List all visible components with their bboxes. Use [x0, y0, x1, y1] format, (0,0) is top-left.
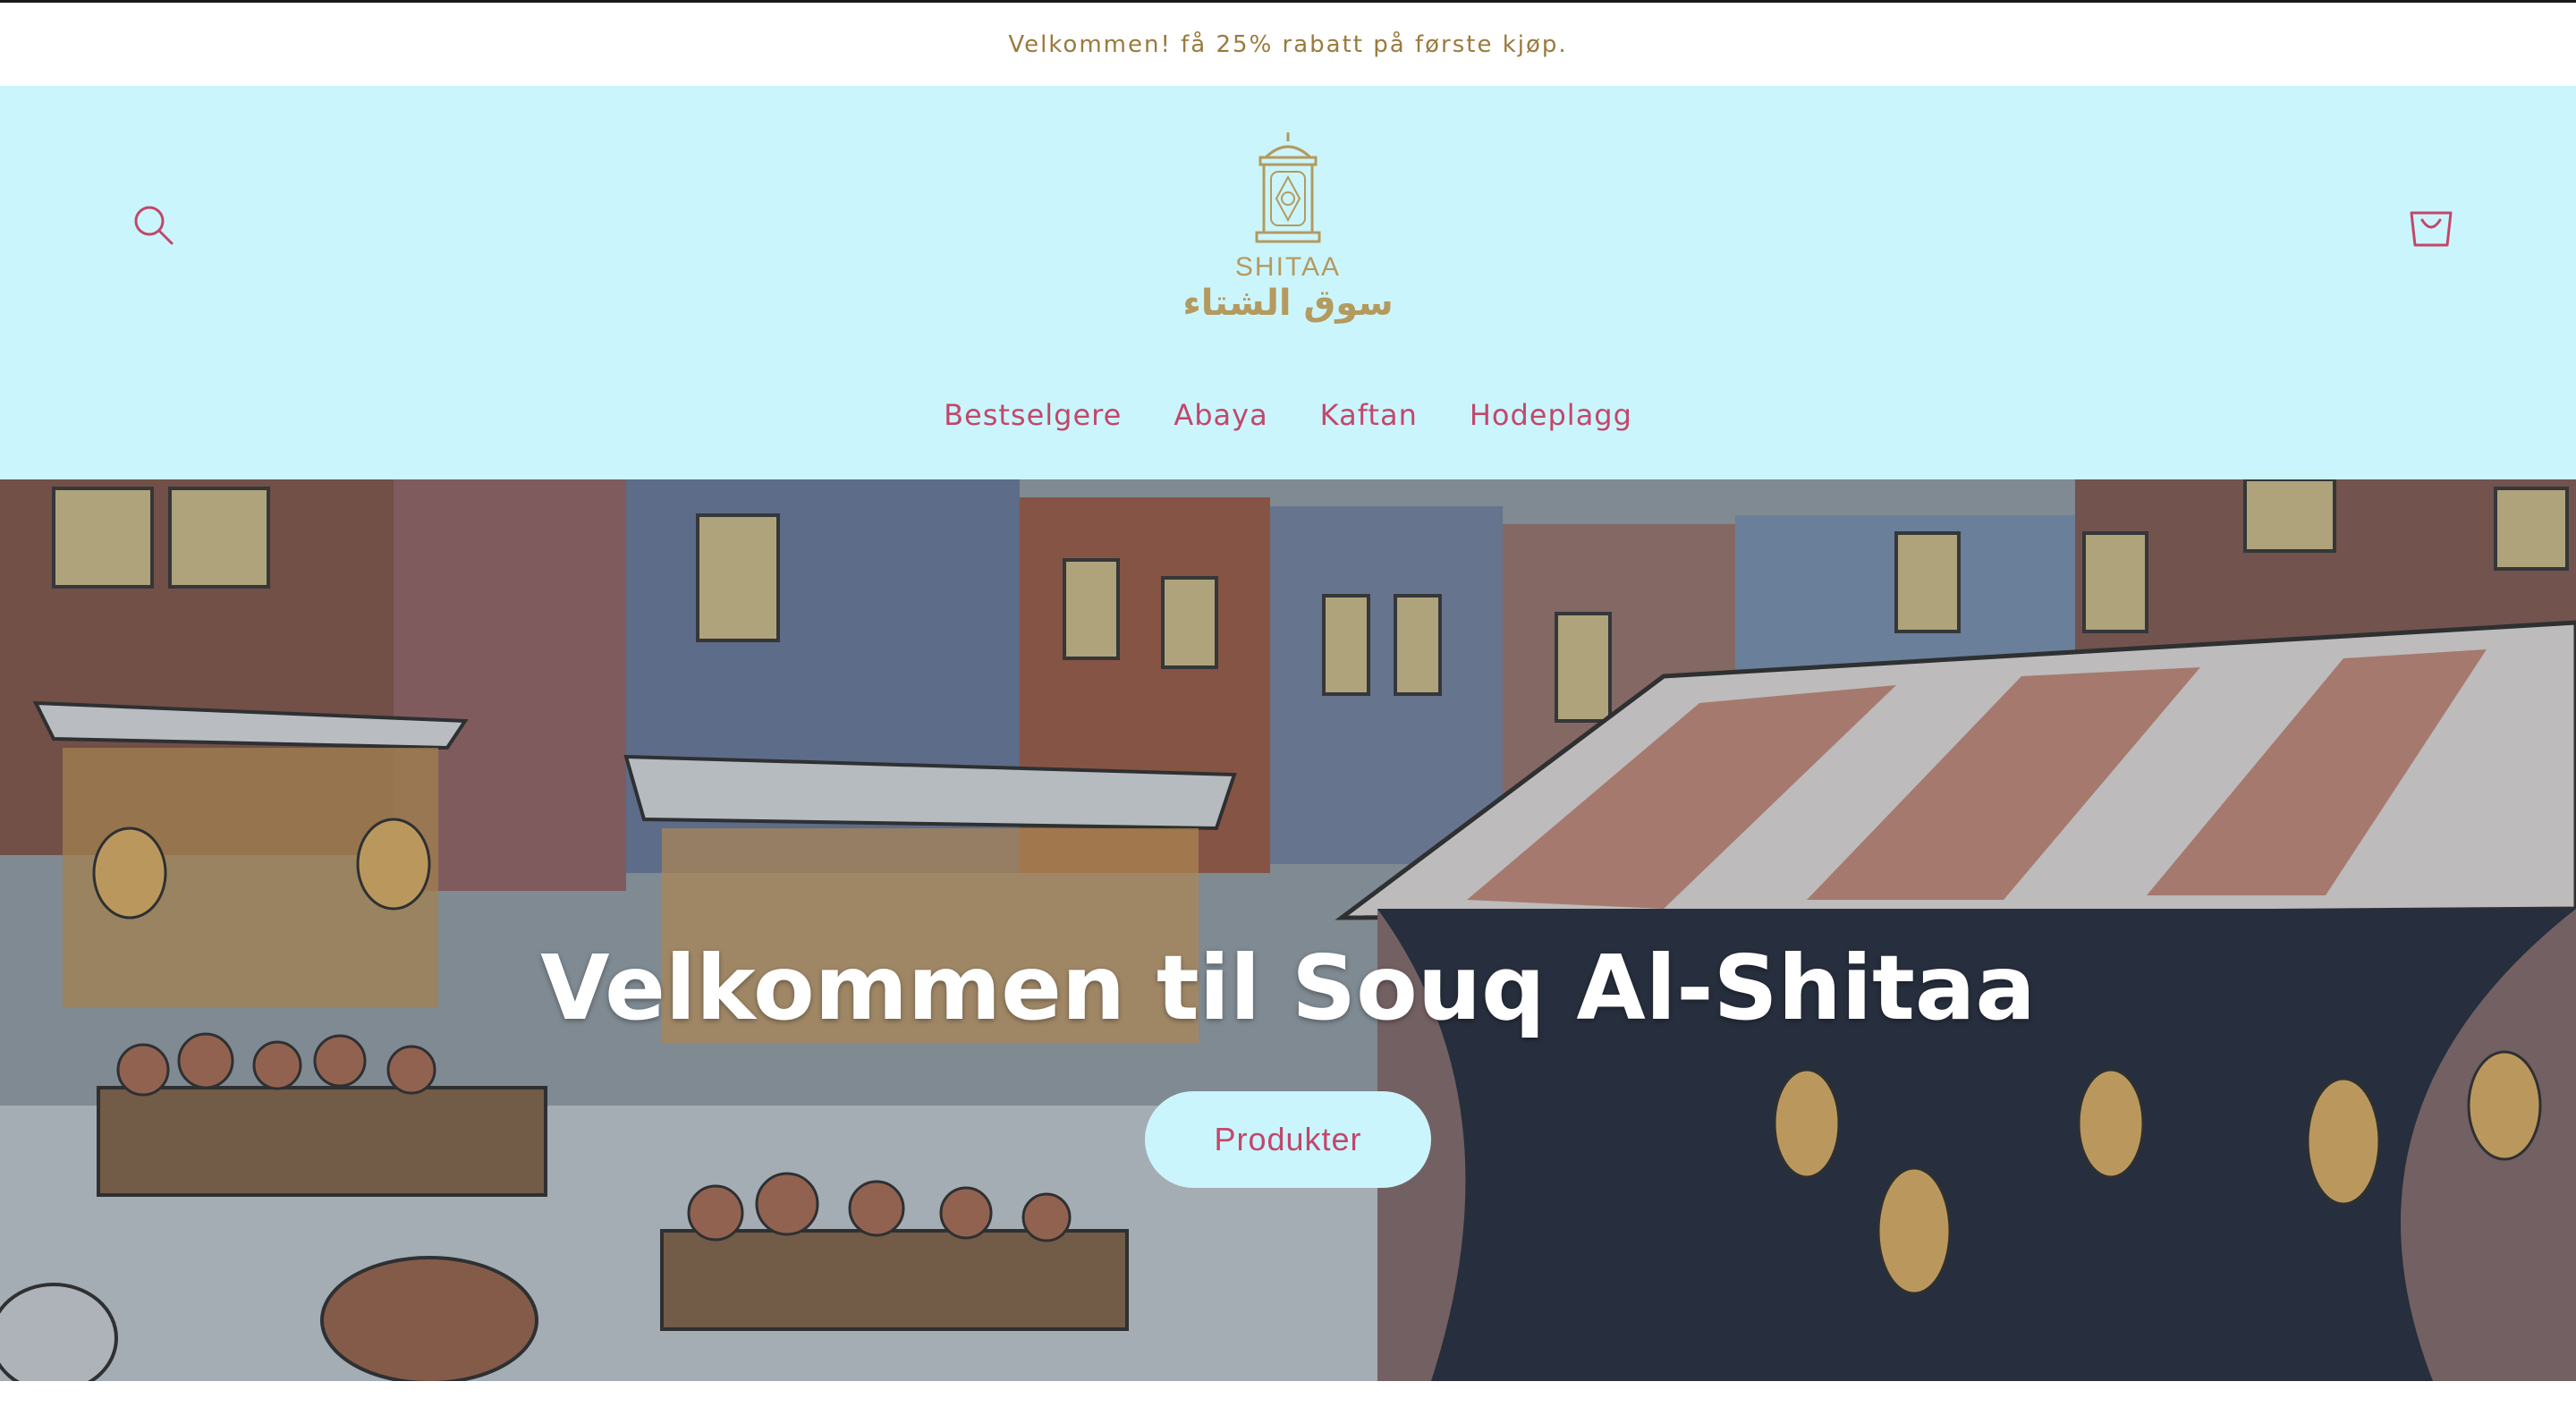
nav-item-abaya[interactable]: Abaya — [1174, 398, 1267, 432]
logo-text-arabic: سوق الشتاء — [1182, 283, 1394, 324]
search-icon — [134, 206, 174, 245]
logo-text-latin: SHITAA — [1234, 252, 1342, 282]
hero-title: Velkommen til Souq Al-Shitaa — [540, 936, 2036, 1040]
lantern-logo-icon — [1255, 132, 1321, 243]
page-bottom-edge — [0, 1381, 2576, 1407]
site-header: SHITAA سوق الشتاء Bestselgere Abaya Kaft… — [0, 86, 2576, 479]
nav-item-hodeplagg[interactable]: Hodeplagg — [1470, 398, 1632, 432]
search-button[interactable] — [118, 190, 190, 261]
products-button[interactable]: Produkter — [1145, 1091, 1431, 1188]
hero-overlay — [0, 479, 2576, 1381]
announcement-bar: Velkommen! få 25% rabatt på første kjøp. — [0, 0, 2576, 86]
hero-banner: Velkommen til Souq Al-Shitaa Produkter — [0, 479, 2576, 1381]
nav-item-kaftan[interactable]: Kaftan — [1320, 398, 1418, 432]
cart-button[interactable] — [2395, 190, 2467, 261]
cart-icon — [2410, 211, 2453, 247]
announcement-text: Velkommen! få 25% rabatt på første kjøp. — [1008, 30, 1568, 58]
main-navigation: Bestselgere Abaya Kaftan Hodeplagg — [0, 379, 2576, 451]
site-logo[interactable]: SHITAA سوق الشتاء — [1181, 131, 1395, 408]
nav-item-bestselgere[interactable]: Bestselgere — [944, 398, 1122, 432]
